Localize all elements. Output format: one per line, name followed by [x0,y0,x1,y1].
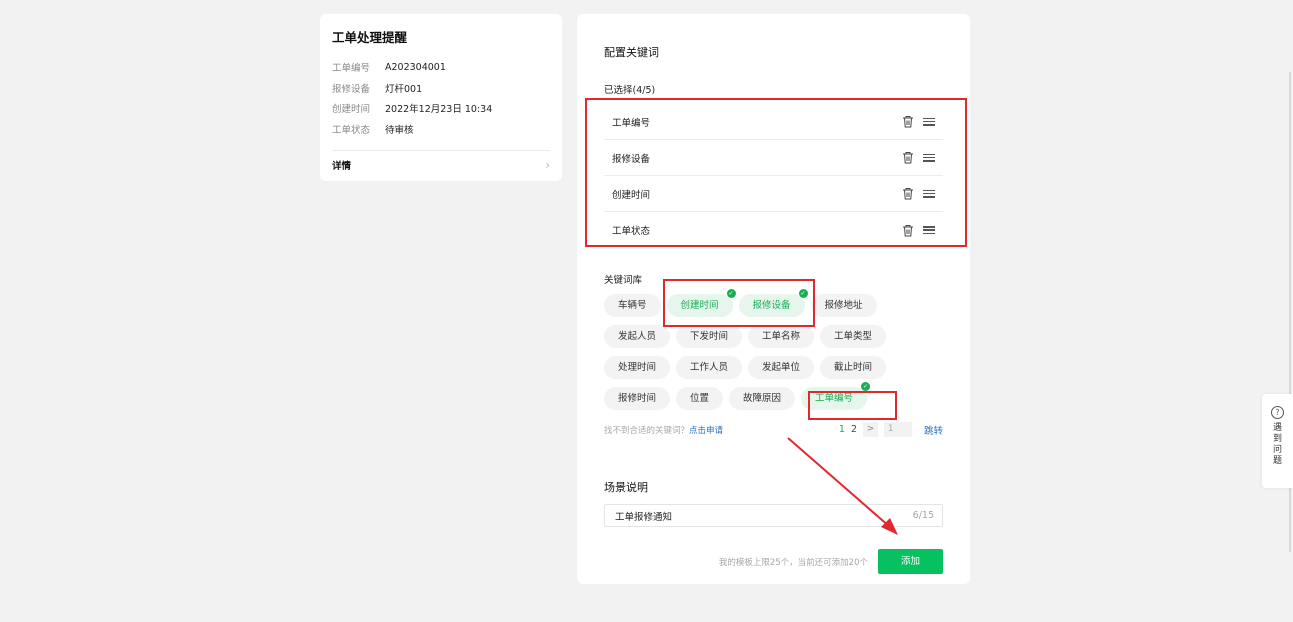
field-key: 工单状态 [332,124,371,136]
annotation-box-chip [808,391,897,420]
field-value: 灯杆001 [385,83,423,95]
field-value: 待审核 [385,124,414,136]
pagination: 1 2 > 1 跳转 [839,422,943,437]
page-jump-input[interactable]: 1 [883,422,912,437]
config-title: 配置关键词 [604,46,659,59]
page-2-button[interactable]: 2 [851,424,857,435]
add-button[interactable]: 添加 [878,549,943,574]
question-icon: ? [1271,406,1284,419]
keyword-chip[interactable]: 故障原因 [729,387,796,410]
field-value: A202304001 [385,61,446,73]
keyword-row: 处理时间 工作人员 发起单位 截止时间 [604,356,904,379]
keyword-chip[interactable]: 报修时间 [604,387,671,410]
submit-row: 我的模板上限25个，当前还可添加20个 添加 [604,549,943,574]
template-limit-text: 我的模板上限25个，当前还可添加20个 [718,557,868,568]
detail-label: 详情 [332,161,352,172]
help-label: 遇到问题 [1272,423,1282,466]
next-page-button[interactable]: > [862,422,878,437]
scene-input-value: 工单报修通知 [615,511,673,523]
keyword-chip[interactable]: 工作人员 [676,356,743,379]
field-value: 2022年12月23日 10:34 [385,104,493,116]
scene-label: 场景说明 [604,481,648,494]
keyword-chip[interactable]: 处理时间 [604,356,671,379]
keyword-chip[interactable]: 工单类型 [820,325,887,348]
help-tab[interactable]: ? 遇到问题 [1262,394,1293,488]
keyword-row: 发起人员 下发时间 工单名称 工单类型 [604,325,904,348]
preview-field-row: 工单编号 A202304001 [332,57,550,78]
preview-field-row: 工单状态 待审核 [332,119,550,140]
keyword-chip[interactable]: 截止时间 [820,356,887,379]
char-counter: 6/15 [912,510,934,521]
keyword-chip[interactable]: 发起单位 [748,356,815,379]
keyword-chip[interactable]: 工单名称 [748,325,815,348]
keyword-chip[interactable]: 车辆号 [604,294,661,317]
keyword-chip[interactable]: 报修地址 [810,294,877,317]
page-1-button[interactable]: 1 [839,424,845,435]
keyword-chip[interactable]: 下发时间 [676,325,743,348]
template-preview-card: 工单处理提醒 工单编号 A202304001 报修设备 灯杆001 创建时间 2… [320,14,562,181]
field-key: 创建时间 [332,104,371,116]
annotation-box-selected [585,98,967,247]
check-icon: ✓ [861,382,871,391]
selected-count-label: 已选择(4/5) [604,85,656,96]
detail-link[interactable]: 详情 › [332,151,550,179]
apply-hint: 找不到合适的关键词？点击申请 [604,424,723,436]
field-key: 工单编号 [332,63,371,75]
preview-field-row: 报修设备 灯杆001 [332,78,550,99]
library-footer: 找不到合适的关键词？点击申请 1 2 > 1 跳转 [604,422,943,437]
keyword-chip[interactable]: 位置 [676,387,724,410]
jump-button[interactable]: 跳转 [924,423,943,437]
keyword-chip[interactable]: 发起人员 [604,325,671,348]
apply-keyword-link[interactable]: 点击申请 [689,426,723,436]
hint-text: 找不到合适的关键词？ [604,425,690,436]
preview-field-row: 创建时间 2022年12月23日 10:34 [332,98,550,119]
field-key: 报修设备 [332,83,371,95]
preview-title: 工单处理提醒 [332,30,408,45]
scene-description-input[interactable]: 工单报修通知 6/15 [604,504,943,527]
annotation-box-library [663,279,815,327]
chevron-right-icon: › [545,158,550,172]
keyword-library-label: 关键词库 [604,275,643,286]
